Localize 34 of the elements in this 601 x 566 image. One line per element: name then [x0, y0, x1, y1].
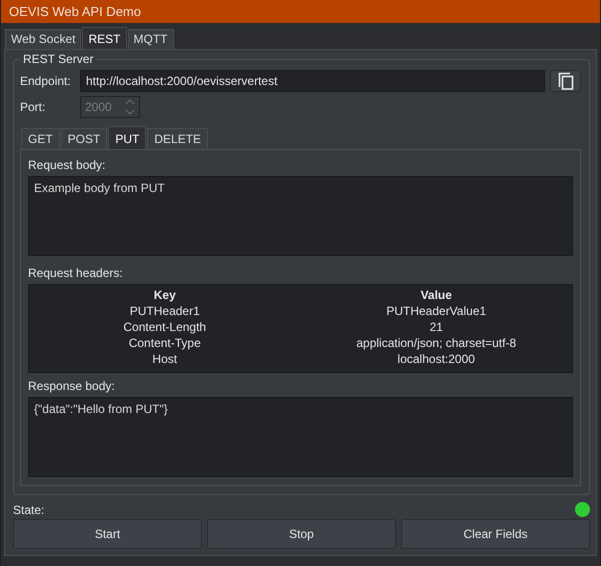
port-label: Port: [20, 100, 46, 114]
table-cell-text: application/json; charset=utf-8 [355, 335, 518, 351]
window-title: OEVIS Web API Demo [9, 4, 141, 19]
spin-arrows-icon [125, 98, 135, 116]
table-cell-text: Content-Type [128, 335, 202, 351]
column-header: Value [420, 287, 453, 303]
tab[interactable]: POST [60, 128, 108, 149]
endpoint-field[interactable]: http://localhost:2000/oevisservertest [80, 70, 545, 92]
action-button[interactable]: Stop [207, 519, 396, 549]
action-button[interactable]: Clear Fields [401, 519, 590, 549]
request-body-label: Request body: [28, 158, 106, 172]
request-body-field[interactable]: Example body from PUT [28, 176, 573, 256]
group-title: REST Server [20, 52, 96, 66]
table-cell-text: Host [151, 351, 178, 367]
table-cell-text: Content-Length [122, 319, 208, 335]
tab[interactable]: PUT [108, 126, 146, 149]
copy-icon [558, 72, 574, 90]
response-body-label: Response body: [28, 379, 116, 393]
request-headers-label: Request headers: [28, 266, 124, 280]
state-label: State: [13, 502, 44, 516]
response-body-field[interactable]: {"data":"Hello from PUT"} [28, 397, 573, 477]
column-header: Key [152, 287, 177, 303]
action-button[interactable]: Start [13, 519, 202, 549]
copy-button[interactable] [550, 70, 581, 92]
tab[interactable]: GET [21, 128, 60, 149]
table-cell-text: 21 [428, 319, 444, 335]
tab[interactable]: REST [82, 27, 126, 49]
endpoint-label: Endpoint: [20, 74, 72, 88]
table-cell-text: localhost:2000 [396, 351, 476, 367]
table-cell-text: PUTHeader1 [128, 303, 201, 319]
table-cell-text: PUTHeaderValue1 [385, 303, 488, 319]
tab[interactable]: DELETE [147, 128, 208, 149]
tab[interactable]: MQTT [128, 29, 174, 49]
tab[interactable]: Web Socket [5, 29, 82, 49]
